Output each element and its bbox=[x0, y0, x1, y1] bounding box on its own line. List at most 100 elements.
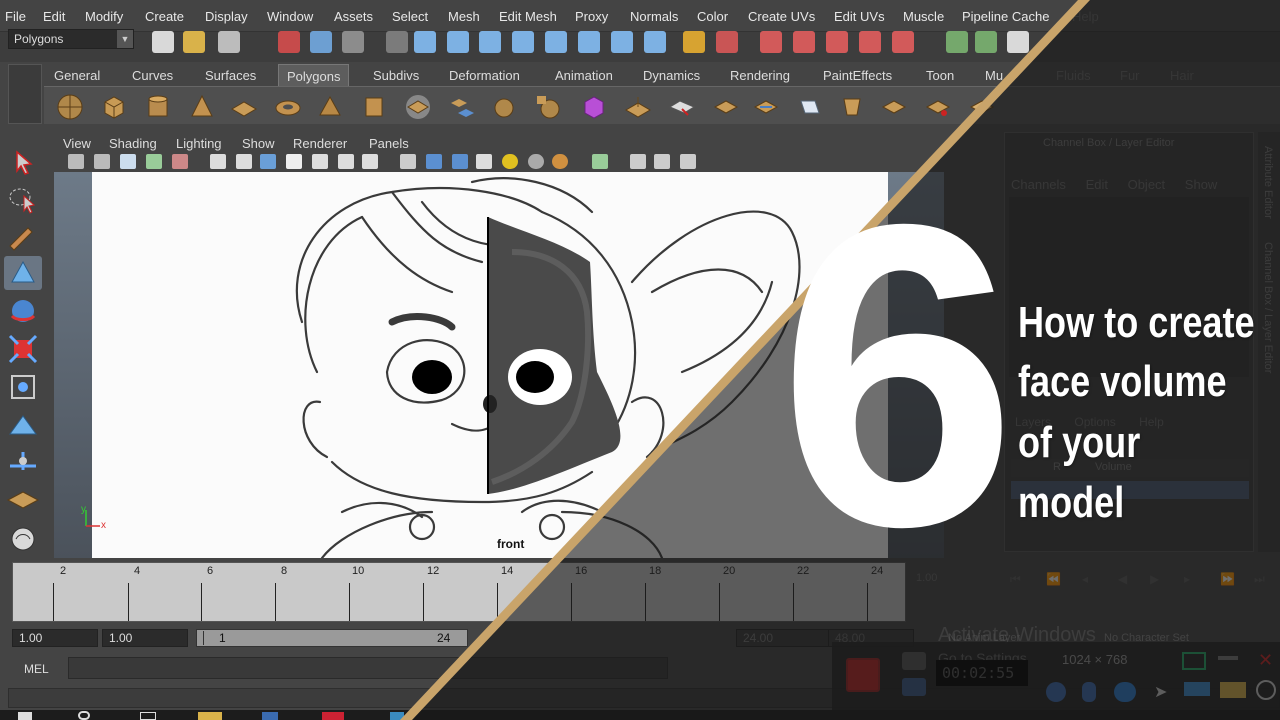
scale-tool-icon[interactable] bbox=[4, 332, 42, 366]
menu-assets[interactable]: Assets bbox=[334, 9, 373, 24]
append-polygon-icon[interactable] bbox=[712, 93, 740, 121]
snap-view-icon[interactable] bbox=[578, 31, 600, 53]
shelf-tab-dynamics[interactable]: Dynamics bbox=[643, 64, 700, 86]
file-explorer-icon[interactable] bbox=[198, 712, 222, 720]
textured-icon[interactable] bbox=[476, 154, 492, 169]
panel-menu-lighting[interactable]: Lighting bbox=[176, 136, 222, 151]
shelf-tab-animation[interactable]: Animation bbox=[555, 64, 613, 86]
image-plane-icon[interactable] bbox=[146, 154, 162, 169]
shadows-icon[interactable] bbox=[528, 154, 544, 169]
safe-action-icon[interactable] bbox=[338, 154, 354, 169]
isolate-select-icon[interactable] bbox=[592, 154, 608, 169]
shelf-handle[interactable] bbox=[8, 64, 42, 124]
shelf-tab-painteffects[interactable]: PaintEffects bbox=[823, 64, 892, 86]
menu-muscle[interactable]: Muscle bbox=[903, 9, 944, 24]
menu-edit-uvs[interactable]: Edit UVs bbox=[834, 9, 885, 24]
rotate-tool-icon[interactable] bbox=[4, 294, 42, 328]
layout-tool-icon[interactable] bbox=[4, 522, 42, 556]
menu-color[interactable]: Color bbox=[697, 9, 728, 24]
padlock-icon[interactable] bbox=[683, 31, 705, 53]
extract-icon[interactable] bbox=[534, 93, 562, 121]
select-by-name-icon[interactable] bbox=[716, 31, 738, 53]
play-back-icon[interactable]: ◀ bbox=[1118, 572, 1138, 588]
camera-icon[interactable] bbox=[902, 652, 926, 670]
poly-cube-icon[interactable] bbox=[100, 93, 128, 121]
shelf-tab-rendering[interactable]: Rendering bbox=[730, 64, 790, 86]
paint-select-icon[interactable] bbox=[4, 220, 42, 254]
poly-cylinder-icon[interactable] bbox=[144, 93, 172, 121]
bridge-icon[interactable] bbox=[668, 93, 696, 121]
menu-create[interactable]: Create bbox=[145, 9, 184, 24]
resolution-gate-icon[interactable] bbox=[260, 154, 276, 169]
step-forward-key-icon[interactable]: ⏩ bbox=[1220, 572, 1240, 588]
snap-plane-icon[interactable] bbox=[512, 31, 534, 53]
smooth-cube-icon[interactable] bbox=[580, 93, 608, 121]
go-to-start-icon[interactable]: ⏮ bbox=[1010, 572, 1030, 588]
poly-cone-icon[interactable] bbox=[188, 93, 216, 121]
go-to-end-icon[interactable]: ⏭ bbox=[1254, 572, 1274, 588]
cb-menu-channels[interactable]: Channels bbox=[1011, 177, 1066, 192]
hypershade-icon[interactable] bbox=[859, 31, 881, 53]
app-icon[interactable] bbox=[322, 712, 344, 720]
gate-mask-icon[interactable] bbox=[286, 154, 302, 169]
mode-selector[interactable]: Polygons ▼ bbox=[8, 29, 134, 49]
cb-menu-show[interactable]: Show bbox=[1185, 177, 1218, 192]
channel-box-tab[interactable]: Channel Box / Layer Editor bbox=[1262, 242, 1274, 373]
wireframe-icon[interactable] bbox=[400, 154, 416, 169]
manipulator-tool-icon[interactable] bbox=[4, 370, 42, 404]
soft-mod-icon[interactable] bbox=[4, 408, 42, 442]
maya-taskbar-icon[interactable] bbox=[390, 712, 404, 720]
separate-icon[interactable] bbox=[490, 93, 518, 121]
lasso-tool-icon[interactable] bbox=[4, 182, 42, 216]
menu-mesh[interactable]: Mesh bbox=[448, 9, 480, 24]
panel-menu-show[interactable]: Show bbox=[242, 136, 275, 151]
poly-helix-icon[interactable] bbox=[404, 93, 432, 121]
select-component-icon[interactable] bbox=[342, 31, 364, 53]
merge-icon[interactable] bbox=[880, 93, 908, 121]
panel-menu-shading[interactable]: Shading bbox=[109, 136, 157, 151]
camera-select-icon[interactable] bbox=[68, 154, 84, 169]
smooth-shade-icon[interactable] bbox=[426, 154, 442, 169]
two-d-pan-icon[interactable] bbox=[172, 154, 188, 169]
shelf-tab-polygons[interactable]: Polygons bbox=[278, 64, 350, 86]
cut-faces-icon[interactable] bbox=[924, 93, 952, 121]
menu-display[interactable]: Display bbox=[205, 9, 248, 24]
record-button[interactable] bbox=[846, 658, 880, 692]
render-settings-icon[interactable] bbox=[826, 31, 848, 53]
close-icon[interactable]: ✕ bbox=[1258, 650, 1273, 671]
sidebar-toggle-icon[interactable] bbox=[975, 31, 997, 53]
range-start-handle[interactable] bbox=[203, 631, 215, 645]
poly-pipe-icon[interactable] bbox=[360, 93, 388, 121]
cb-menu-edit[interactable]: Edit bbox=[1086, 177, 1108, 192]
select-object-icon[interactable] bbox=[310, 31, 332, 53]
menu-file[interactable]: File bbox=[5, 9, 26, 24]
render-view-icon[interactable] bbox=[892, 31, 914, 53]
save-scene-icon[interactable] bbox=[218, 31, 240, 53]
film-gate-icon[interactable] bbox=[236, 154, 252, 169]
menu-create-uvs[interactable]: Create UVs bbox=[748, 9, 815, 24]
safe-title-icon[interactable] bbox=[362, 154, 378, 169]
microphone-icon[interactable] bbox=[1082, 682, 1096, 702]
field-chart-icon[interactable] bbox=[312, 154, 328, 169]
menu-modify[interactable]: Modify bbox=[85, 9, 123, 24]
last-tool-icon[interactable] bbox=[4, 482, 42, 516]
channel-box-toggle-icon[interactable] bbox=[1007, 31, 1029, 53]
menu-select[interactable]: Select bbox=[392, 9, 428, 24]
all-lights-icon[interactable] bbox=[552, 154, 568, 169]
attribute-editor-tab[interactable]: Attribute Editor bbox=[1262, 146, 1274, 219]
window-capture-icon[interactable] bbox=[1182, 652, 1206, 670]
xray-icon[interactable] bbox=[630, 154, 646, 169]
snap-point-icon[interactable] bbox=[479, 31, 501, 53]
play-forward-icon[interactable]: ▶ bbox=[1150, 572, 1170, 588]
poly-torus-icon[interactable] bbox=[274, 93, 302, 121]
range-bar[interactable]: 1 24 bbox=[196, 629, 468, 647]
camera-attributes-icon[interactable] bbox=[94, 154, 110, 169]
panel-menu-panels[interactable]: Panels bbox=[369, 136, 409, 151]
search-icon[interactable] bbox=[78, 711, 90, 720]
move-tool-button[interactable] bbox=[4, 256, 42, 290]
new-scene-icon[interactable] bbox=[152, 31, 174, 53]
speaker-icon[interactable] bbox=[1046, 682, 1066, 702]
start-time-field[interactable]: 1.00 bbox=[12, 629, 98, 647]
folder-icon[interactable] bbox=[1220, 682, 1246, 698]
shelf-tab-curves[interactable]: Curves bbox=[132, 64, 173, 86]
